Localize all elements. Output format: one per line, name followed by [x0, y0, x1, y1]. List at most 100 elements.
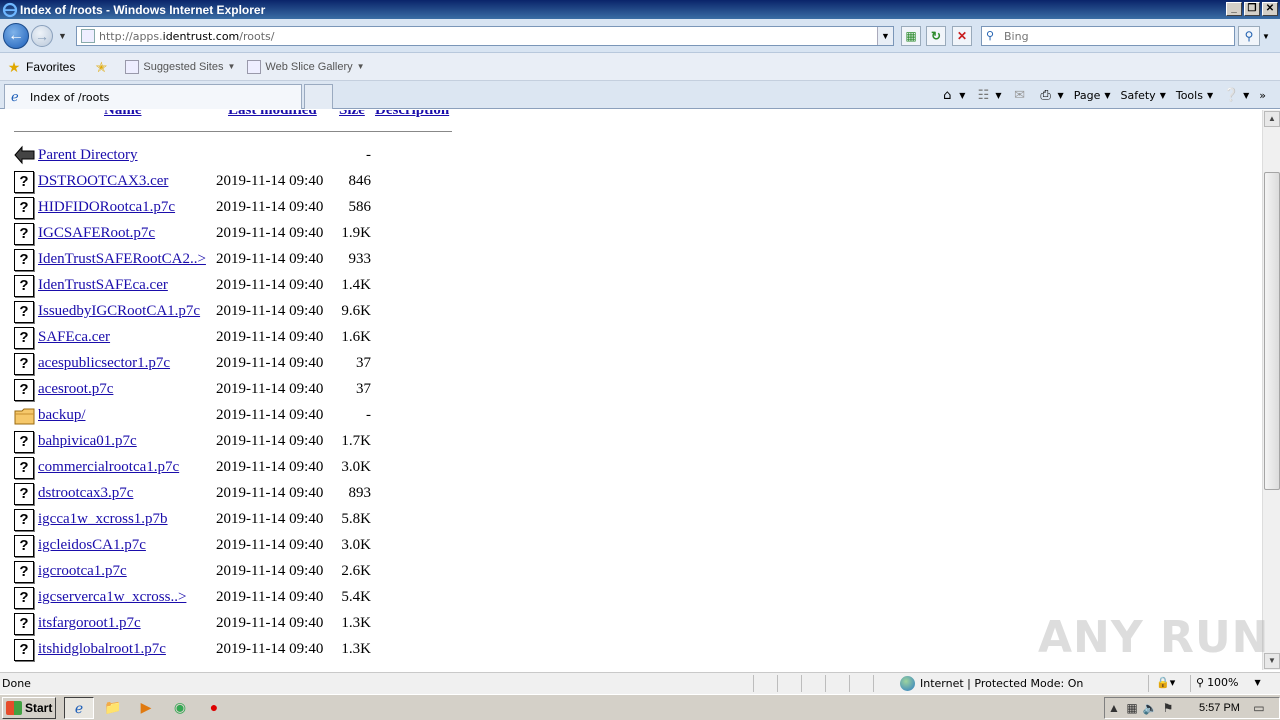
chevron-down-icon: ▼ [227, 62, 236, 71]
file-link[interactable]: HIDFIDORootca1.p7c [38, 199, 175, 216]
file-link[interactable]: dstrootcax3.p7c [38, 485, 133, 502]
file-link[interactable]: igcserverca1w_xcross..> [38, 589, 186, 606]
taskbar-folder-icon[interactable]: 📁 [98, 697, 128, 719]
table-row: ? IdenTrustSAFEca.cer 2019-11-14 09:40 1.4K [14, 273, 474, 299]
home-icon: ⌂ [943, 87, 952, 103]
unknown-file-icon: ? [14, 353, 34, 375]
file-link[interactable]: DSTROOTCAX3.cer [38, 173, 168, 190]
file-modified: 2019-11-14 09:40 [216, 433, 324, 449]
taskbar-media-player-icon[interactable]: ▶ [131, 697, 161, 719]
title-bar: Index of /roots - Windows Internet Explo… [0, 0, 1280, 19]
scroll-thumb[interactable] [1264, 172, 1280, 490]
file-link[interactable]: SAFEca.cer [38, 329, 110, 346]
clock[interactable]: 5:57 PM [1199, 702, 1240, 714]
file-link[interactable]: acespublicsector1.p7c [38, 355, 170, 372]
file-link[interactable]: itsfargoroot1.p7c [38, 615, 141, 632]
tab-row: ℯ Index of /roots ⌂ ▼ ☷ ▼ ✉ ⎙ ▼ Page ▼ Safet… [0, 81, 1280, 109]
show-hidden-icons-icon[interactable]: ▲ [1105, 701, 1123, 715]
suggested-sites-button[interactable]: Suggested Sites ▼ [125, 59, 236, 74]
system-tray: ▲ ▦ 🔈 ⚑ 5:57 PM ▭ [1104, 697, 1280, 719]
back-button[interactable]: ← [3, 23, 29, 49]
mail-icon: ✉ [1014, 87, 1025, 103]
feeds-button[interactable]: ☷ ▼ [971, 86, 1005, 104]
table-row: ? SAFEca.cer 2019-11-14 09:40 1.6K [14, 325, 474, 351]
favorites-button[interactable]: ★ Favorites [6, 59, 76, 75]
compatibility-view-button[interactable]: ▦ [901, 26, 921, 46]
file-link[interactable]: Parent Directory [38, 147, 138, 164]
table-row: backup/2019-11-14 09:40 - [14, 403, 474, 429]
file-link[interactable]: igcca1w_xcross1.p7b [38, 511, 168, 528]
file-link[interactable]: IGCSAFERoot.p7c [38, 225, 155, 242]
sort-by-name-link[interactable]: Name [104, 110, 142, 119]
search-input[interactable] [1004, 29, 1224, 43]
search-options-dropdown-icon[interactable]: ▼ [1262, 32, 1270, 41]
file-link[interactable]: igcrootca1.p7c [38, 563, 127, 580]
chevron-down-icon: ▼ [1243, 90, 1250, 100]
page-menu[interactable]: Page ▼ [1070, 86, 1115, 104]
restore-button[interactable]: ❐ [1244, 2, 1260, 16]
unknown-file-icon: ? [14, 535, 34, 557]
close-window-button[interactable]: ✕ [1262, 2, 1278, 16]
unknown-file-icon: ? [14, 171, 34, 193]
show-desktop-icon[interactable]: ▭ [1250, 701, 1268, 715]
vertical-scrollbar[interactable]: ▲ ▼ [1262, 110, 1280, 670]
unknown-file-icon: ? [14, 483, 34, 505]
web-slice-gallery-button[interactable]: Web Slice Gallery ▼ [247, 59, 365, 74]
search-provider-icon: ⚲ [986, 30, 995, 42]
minimize-button[interactable]: _ [1226, 2, 1242, 16]
search-box[interactable]: ⚲ [981, 26, 1235, 46]
file-link[interactable]: IdenTrustSAFEca.cer [38, 277, 168, 294]
unknown-file-icon: ? [14, 457, 34, 479]
file-size: - [366, 147, 371, 163]
volume-icon[interactable]: 🔈 [1141, 701, 1159, 715]
sort-by-size-link[interactable]: Size [339, 110, 365, 119]
sort-by-modified-link[interactable]: Last modified [228, 110, 317, 119]
taskbar-chrome-icon[interactable]: ◉ [165, 697, 195, 719]
more-commands-button[interactable]: » [1255, 86, 1270, 104]
chevron-down-icon: ▼ [1206, 90, 1214, 100]
file-link[interactable]: IssuedbyIGCRootCA1.p7c [38, 303, 200, 320]
safety-menu[interactable]: Safety ▼ [1117, 86, 1170, 104]
forward-button[interactable]: → [31, 25, 53, 47]
rss-icon: ☷ [977, 87, 990, 103]
scroll-up-icon[interactable]: ▲ [1264, 111, 1280, 127]
table-row: Parent Directory - [14, 143, 474, 169]
watermark-logo: ANY RUN [1038, 612, 1270, 663]
file-link[interactable]: igcleidosCA1.p7c [38, 537, 146, 554]
taskbar-ie-icon[interactable]: ℯ [64, 697, 94, 719]
stop-button[interactable]: ✕ [952, 26, 972, 46]
history-dropdown-icon[interactable]: ▼ [58, 31, 67, 41]
file-link[interactable]: itshidglobalroot1.p7c [38, 641, 166, 658]
file-size: 3.0K [341, 537, 371, 553]
unknown-file-icon: ? [14, 379, 34, 401]
help-menu[interactable]: ❔ ▼ [1219, 86, 1253, 104]
address-dropdown-icon[interactable]: ▼ [877, 27, 893, 45]
print-button[interactable]: ⎙ ▼ [1034, 86, 1068, 104]
start-button[interactable]: Start [2, 697, 56, 719]
action-center-flag-icon[interactable]: ⚑ [1159, 701, 1177, 715]
file-link[interactable]: acesroot.p7c [38, 381, 113, 398]
suggested-sites-icon [125, 59, 140, 74]
file-link[interactable]: backup/ [38, 407, 85, 424]
add-to-favorites-bar-button[interactable]: ✭ [93, 59, 113, 75]
address-bar[interactable]: http://apps.identrust.com/roots/ ▼ [76, 26, 894, 46]
new-tab-button[interactable] [304, 84, 333, 109]
search-button[interactable]: ⚲ [1238, 26, 1260, 46]
taskbar-stop-icon[interactable]: ● [199, 697, 229, 719]
file-link[interactable]: IdenTrustSAFERootCA2..> [38, 251, 206, 268]
refresh-button[interactable]: ↻ [926, 26, 946, 46]
network-icon[interactable]: ▦ [1123, 701, 1141, 715]
tab-index-of-roots[interactable]: ℯ Index of /roots [4, 84, 302, 109]
file-link[interactable]: bahpivica01.p7c [38, 433, 137, 450]
address-url[interactable]: http://apps.identrust.com/roots/ [99, 30, 274, 43]
zoom-level-button[interactable]: ⚲ 100% ▼ [1196, 676, 1261, 689]
read-mail-button[interactable]: ✉ [1008, 86, 1032, 104]
file-link[interactable]: commercialrootca1.p7c [38, 459, 179, 476]
table-row: ? IdenTrustSAFERootCA2..> 2019-11-14 09:40… [14, 247, 474, 273]
table-row: ? acespublicsector1.p7c 2019-11-14 09:40 37 [14, 351, 474, 377]
sort-by-description-link[interactable]: Description [375, 110, 449, 119]
security-zone[interactable]: Internet | Protected Mode: On [900, 676, 1083, 691]
home-button[interactable]: ⌂ ▼ [935, 86, 969, 104]
tools-menu[interactable]: Tools ▼ [1172, 86, 1217, 104]
protected-mode-icon[interactable]: 🔒▾ [1156, 676, 1175, 689]
